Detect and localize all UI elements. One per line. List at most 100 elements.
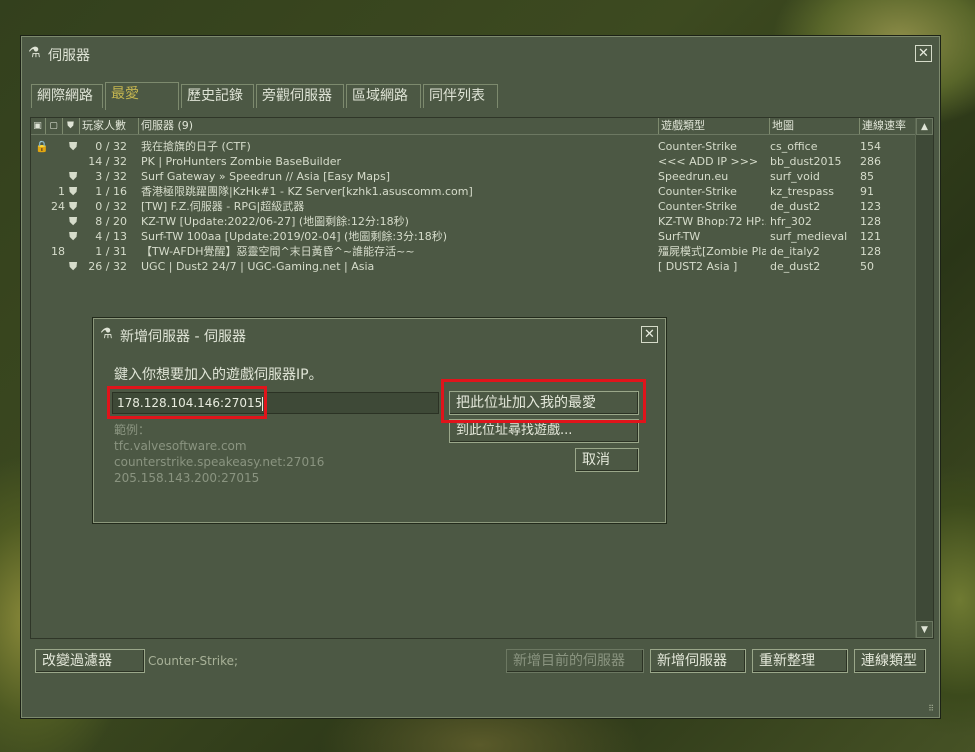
row-bots: 1 <box>58 185 65 198</box>
scroll-up-icon[interactable]: ▲ <box>916 118 933 135</box>
row-map: de_italy2 <box>770 245 820 258</box>
row-map: de_dust2 <box>770 200 821 213</box>
row-latency: 128 <box>860 215 881 228</box>
row-map: hfr_302 <box>770 215 812 228</box>
refresh-button[interactable]: 重新整理 <box>752 649 848 673</box>
row-secure-icon: ⛊ <box>69 170 78 183</box>
row-server-name: KZ-TW [Update:2022/06-27] (地圖剩餘:12分:18秒) <box>141 215 409 228</box>
row-game: [ DUST2 Asia ] <box>658 260 738 273</box>
row-latency: 85 <box>860 170 874 183</box>
row-players: 3 / 32 <box>95 170 127 183</box>
add-server-dialog: ⚗ 新增伺服器 - 伺服器 ✕ 鍵入你想要加入的遊戲伺服器IP。 178.128… <box>93 318 666 523</box>
add-to-favorites-button[interactable]: 把此位址加入我的最愛 <box>449 391 639 415</box>
add-server-button[interactable]: 新增伺服器 <box>650 649 746 673</box>
row-secure-icon: ⛊ <box>69 185 78 198</box>
dialog-close-icon[interactable]: ✕ <box>641 326 658 343</box>
table-row[interactable]: ⛊ 4 / 13 Surf-TW 100aa [Update:2019/02-04]… <box>31 229 915 244</box>
table-row[interactable]: 14 / 32 PK | ProHunters Zombie BaseBuilde… <box>31 154 915 169</box>
row-bots: 18 <box>51 245 65 258</box>
row-game: 殭屍模式[Zombie Pla... <box>658 245 766 258</box>
steam-icon: ⚗ <box>100 326 113 342</box>
row-game: Counter-Strike <box>658 140 737 153</box>
row-server-name: PK | ProHunters Zombie BaseBuilder <box>141 155 342 168</box>
row-latency: 121 <box>860 230 881 243</box>
title-bar[interactable]: ⚗ 伺服器 <box>22 37 939 69</box>
row-server-name: 我在搶旗的日子 (CTF) <box>141 140 251 153</box>
tab-lan[interactable]: 區域網路 <box>346 84 421 108</box>
table-row[interactable]: ⛊ 3 / 32 Surf Gateway » Speedrun // Asia [… <box>31 169 915 184</box>
row-lock-icon: 🔒 <box>35 140 47 153</box>
row-map: surf_medieval <box>770 230 848 243</box>
col-latency[interactable]: 連線速率 <box>859 118 915 134</box>
row-players: 26 / 32 <box>88 260 127 273</box>
add-current-server-button[interactable]: 新增目前的伺服器 <box>506 649 644 673</box>
change-filter-button[interactable]: 改變過濾器 <box>35 649 145 673</box>
close-icon[interactable]: ✕ <box>915 45 932 62</box>
row-players: 8 / 20 <box>95 215 127 228</box>
tab-history[interactable]: 歷史記錄 <box>181 84 254 108</box>
row-secure-icon: ⛊ <box>69 230 78 243</box>
cancel-button[interactable]: 取消 <box>575 448 639 472</box>
row-game: Counter-Strike <box>658 200 737 213</box>
row-latency: 91 <box>860 185 874 198</box>
row-server-name: Surf-TW 100aa [Update:2019/02-04] (地圖剩餘:… <box>141 230 448 243</box>
row-secure-icon: ⛊ <box>69 140 78 153</box>
row-map: kz_trespass <box>770 185 834 198</box>
steam-icon: ⚗ <box>28 45 41 61</box>
row-latency: 50 <box>860 260 874 273</box>
row-players: 1 / 16 <box>95 185 127 198</box>
dialog-title: 新增伺服器 - 伺服器 <box>120 329 246 345</box>
filter-summary: Counter-Strike; <box>148 654 239 668</box>
tab-favorites[interactable]: 最愛 <box>105 82 179 110</box>
row-bots: 24 <box>51 200 65 213</box>
row-players: 0 / 32 <box>95 200 127 213</box>
find-games-button[interactable]: 到此位址尋找遊戲... <box>449 419 639 443</box>
table-row[interactable]: ⛊ 8 / 20 KZ-TW [Update:2022/06-27] (地圖剩餘:1… <box>31 214 915 229</box>
window-title: 伺服器 <box>48 48 90 64</box>
tab-internet[interactable]: 網際網路 <box>31 84 103 108</box>
table-row[interactable]: ⛊ 26 / 32 UGC | Dust2 24/7 | UGC-Gaming.ne… <box>31 259 915 274</box>
col-map[interactable]: 地圖 <box>769 118 859 134</box>
table-row[interactable]: 18 1 / 31 【TW-AFDH覺醒】惡靈空間^末日黃昏^~誰能存活~~ 殭屍模式… <box>31 244 915 259</box>
dialog-prompt: 鍵入你想要加入的遊戲伺服器IP。 <box>114 367 323 383</box>
scrollbar[interactable]: ▲ ▼ <box>915 118 933 638</box>
row-map: de_dust2 <box>770 260 821 273</box>
tab-friends[interactable]: 同伴列表 <box>423 84 498 108</box>
row-game: Counter-Strike <box>658 185 737 198</box>
row-server-name: 香港極限跳躍團隊|KzHk#1 - KZ Server[kzhk1.asusco… <box>141 185 473 198</box>
row-players: 1 / 31 <box>95 245 127 258</box>
col-players[interactable]: 玩家人數 <box>79 118 137 134</box>
table-row[interactable]: 24 ⛊ 0 / 32 [TW] F.Z.伺服器 - RPG|超級武器 Counter-… <box>31 199 915 214</box>
row-latency: 123 <box>860 200 881 213</box>
example-item: 205.158.143.200:27015 <box>114 471 260 485</box>
row-secure-icon: ⛊ <box>69 215 78 228</box>
server-ip-input[interactable]: 178.128.104.146:27015 <box>112 392 439 414</box>
table-header: ▣ ▢ ⛊ 玩家人數 伺服器 (9) 遊戲類型 地圖 連線速率 <box>31 118 915 135</box>
shield-icon[interactable]: ⛊ <box>62 118 78 134</box>
example-item: tfc.valvesoftware.com <box>114 439 247 453</box>
row-players: 0 / 32 <box>95 140 127 153</box>
row-latency: 154 <box>860 140 881 153</box>
row-latency: 128 <box>860 245 881 258</box>
row-game: Surf-TW <box>658 230 701 243</box>
tab-spectate[interactable]: 旁觀伺服器 <box>256 84 344 108</box>
table-row[interactable]: 1 ⛊ 1 / 16 香港極限跳躍團隊|KzHk#1 - KZ Server[kzhk… <box>31 184 915 199</box>
vac-icon[interactable]: ▢ <box>45 118 61 134</box>
row-latency: 286 <box>860 155 881 168</box>
connection-type-button[interactable]: 連線類型 <box>854 649 926 673</box>
row-players: 4 / 13 <box>95 230 127 243</box>
lock-icon[interactable]: ▣ <box>31 118 44 134</box>
scroll-down-icon[interactable]: ▼ <box>916 621 933 638</box>
row-map: bb_dust2015 <box>770 155 842 168</box>
examples-block: 範例： tfc.valvesoftware.com counterstrike.… <box>114 422 324 486</box>
row-server-name: Surf Gateway » Speedrun // Asia [Easy Ma… <box>141 170 391 183</box>
example-item: counterstrike.speakeasy.net:27016 <box>114 455 325 469</box>
col-servers[interactable]: 伺服器 (9) <box>138 118 658 134</box>
row-players: 14 / 32 <box>88 155 127 168</box>
resize-grip-icon[interactable]: ⠿ <box>928 705 934 713</box>
row-map: cs_office <box>770 140 818 153</box>
row-map: surf_void <box>770 170 820 183</box>
row-game: <<< ADD IP >>> <box>658 155 759 168</box>
table-row[interactable]: 🔒 ⛊ 0 / 32 我在搶旗的日子 (CTF) Counter-Strike cs_of… <box>31 139 915 154</box>
col-game[interactable]: 遊戲類型 <box>658 118 768 134</box>
